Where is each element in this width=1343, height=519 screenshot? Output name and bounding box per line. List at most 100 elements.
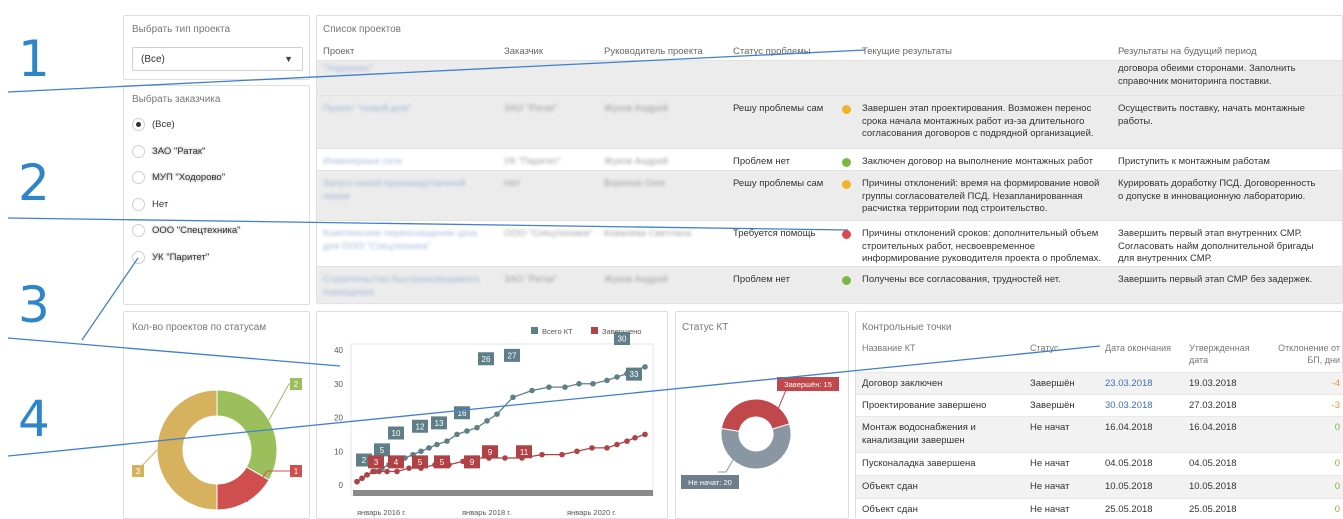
total-series-point[interactable] bbox=[474, 424, 480, 431]
checkpoints-column-header[interactable]: Дата окончания bbox=[1105, 342, 1200, 354]
customer-option[interactable]: ООО "Спецтехника" bbox=[132, 223, 302, 239]
project-name-link[interactable]: Инженерные сети bbox=[323, 156, 493, 169]
project-row[interactable]: Проект "новый дом" ЗАО "Ратак" Жуков Андре… bbox=[317, 96, 1342, 149]
chart-range-scrollbar[interactable] bbox=[353, 490, 653, 496]
checkpoint-row[interactable]: Объект сдан Не начат 10.05.2018 10.05.2018 0 bbox=[856, 475, 1343, 498]
project-row[interactable]: Инженерные сети УК "Паритет" Жуков Андрей П… bbox=[317, 149, 1342, 171]
project-manager: Ковалева Светлана bbox=[604, 228, 691, 239]
checkpoint-name: Пусконаладка завершена bbox=[862, 458, 976, 469]
done-series-point[interactable] bbox=[642, 431, 648, 438]
donut-leader-line bbox=[268, 383, 290, 421]
legend-label-total: Всего КТ bbox=[542, 327, 573, 336]
done-series-point[interactable] bbox=[614, 441, 620, 448]
total-series-point[interactable] bbox=[576, 380, 582, 387]
customer-option[interactable]: Нет bbox=[132, 197, 302, 213]
checkpoints-column-header[interactable]: Название КТ bbox=[862, 342, 957, 354]
checkpoints-column-header[interactable]: Отклонение от БП, дни bbox=[1264, 342, 1340, 366]
customer-option[interactable]: (Все) bbox=[132, 117, 302, 133]
project-list-column-header[interactable]: Статус проблемы bbox=[733, 46, 811, 57]
done-series-point[interactable] bbox=[384, 468, 390, 475]
done-series-point[interactable] bbox=[502, 455, 508, 461]
done-series-point[interactable] bbox=[376, 468, 382, 475]
checkpoint-end-date-link[interactable]: 23.03.2018 bbox=[1105, 378, 1153, 391]
done-series-point[interactable] bbox=[624, 438, 630, 444]
y-tick-label: 30 bbox=[334, 380, 343, 389]
annotation-number-2: 2 bbox=[18, 154, 50, 212]
total-series-point[interactable] bbox=[434, 441, 440, 448]
checkpoints-column-header[interactable]: Утвержденная дата bbox=[1189, 342, 1261, 366]
total-series-point[interactable] bbox=[614, 374, 620, 380]
project-name-link[interactable]: Строительство быстровозводимого помещени… bbox=[323, 274, 493, 299]
done-series-point[interactable] bbox=[359, 475, 365, 482]
total-series-point[interactable] bbox=[464, 428, 470, 434]
total-series-point[interactable] bbox=[604, 377, 610, 384]
done-series-point[interactable] bbox=[559, 451, 565, 458]
project-name-link[interactable]: Запуск новой производственной линии bbox=[323, 178, 493, 203]
project-list-column-header[interactable]: Руководитель проекта bbox=[604, 46, 703, 57]
project-type-select[interactable]: (Все) ▼ bbox=[132, 47, 303, 71]
legend-swatch-done bbox=[591, 327, 598, 334]
project-list-column-header[interactable]: Заказчик bbox=[504, 46, 543, 57]
project-name-link[interactable]: Проект "новый дом" bbox=[323, 103, 493, 116]
done-series-point[interactable] bbox=[574, 448, 580, 455]
customer-option[interactable]: МУП "Ходорово" bbox=[132, 170, 302, 186]
done-series-point[interactable] bbox=[632, 434, 638, 441]
checkpoint-end-date-link[interactable]: 30.03.2018 bbox=[1105, 400, 1153, 413]
radio-selected-icon[interactable] bbox=[132, 118, 145, 131]
done-series-point[interactable] bbox=[589, 445, 595, 451]
project-list-column-header[interactable]: Проект bbox=[323, 46, 354, 57]
done-series-point[interactable] bbox=[364, 472, 370, 478]
customer-option-label: МУП "Ходорово" bbox=[152, 172, 226, 183]
radio-icon[interactable] bbox=[132, 197, 145, 211]
total-series-point[interactable] bbox=[454, 431, 460, 438]
total-series-point[interactable] bbox=[562, 384, 568, 390]
total-series-point[interactable] bbox=[426, 445, 432, 451]
radio-icon[interactable] bbox=[132, 171, 145, 184]
total-series-point[interactable] bbox=[546, 384, 552, 390]
project-name-link[interactable]: Комплексное переоснащение цеха для ООО "… bbox=[323, 228, 493, 253]
total-series-point[interactable] bbox=[642, 364, 648, 370]
checkpoint-row[interactable]: Договор заключен Завершён 23.03.2018 19.03.… bbox=[856, 372, 1343, 394]
x-tick-label: январь 2018 г. bbox=[462, 508, 511, 517]
project-manager: Воронов Олег bbox=[604, 178, 666, 189]
customer-option[interactable]: ЗАО "Ратак" bbox=[132, 144, 302, 160]
radio-icon[interactable] bbox=[132, 144, 145, 158]
done-series-point[interactable] bbox=[394, 468, 400, 475]
done-series-point[interactable] bbox=[539, 451, 545, 458]
project-row[interactable]: Запуск новой производственной линии Нет Во… bbox=[317, 171, 1342, 221]
total-series-point[interactable] bbox=[418, 448, 424, 455]
total-series-point[interactable] bbox=[484, 418, 490, 424]
total-series-point[interactable] bbox=[444, 438, 450, 444]
checkpoint-row[interactable]: Пусконаладка завершена Не начат 04.05.2018… bbox=[856, 452, 1343, 475]
project-name-link[interactable]: "Ходорово" bbox=[323, 63, 493, 76]
donut-slice[interactable] bbox=[216, 389, 278, 481]
checkpoint-deviation: -3 bbox=[1331, 400, 1340, 411]
total-series-point[interactable] bbox=[494, 411, 500, 417]
y-tick-label: 40 bbox=[334, 346, 343, 355]
checkpoint-row[interactable]: Объект сдан Не начат 25.05.2018 25.05.2018 0 bbox=[856, 498, 1343, 519]
kt-status-panel: Статус КТ Завершён: 15 Не начат: 20 bbox=[675, 311, 849, 519]
project-manager: Жуков Андрей bbox=[604, 156, 668, 167]
done-series-point[interactable] bbox=[604, 445, 610, 451]
radio-icon[interactable] bbox=[132, 224, 145, 237]
checkpoint-status: Не начат bbox=[1030, 481, 1070, 492]
project-row[interactable]: Строительство быстровозводимого помещени… bbox=[317, 267, 1342, 304]
checkpoint-row[interactable]: Проектирование завершено Завершён 30.03.20… bbox=[856, 394, 1343, 416]
done-series-point[interactable] bbox=[406, 465, 412, 471]
project-list-column-header[interactable]: Текущие результаты bbox=[862, 46, 952, 57]
checkpoint-row[interactable]: Монтаж водоснабжения и канализации завер… bbox=[856, 416, 1343, 452]
total-series-point[interactable] bbox=[529, 387, 535, 394]
done-series-point[interactable] bbox=[354, 478, 360, 485]
project-list-column-header[interactable]: Результаты на будущий период bbox=[1118, 46, 1257, 57]
y-tick-label: 10 bbox=[334, 447, 343, 456]
donut-slice[interactable] bbox=[156, 389, 218, 511]
customer-option[interactable]: УК "Паритет" bbox=[132, 250, 302, 266]
project-row[interactable]: "Ходорово" договора обеими сторонами. Зап… bbox=[317, 61, 1342, 96]
total-series-point[interactable] bbox=[510, 394, 516, 401]
total-series-point[interactable] bbox=[590, 380, 596, 387]
checkpoints-body: Договор заключен Завершён 23.03.2018 19.03.… bbox=[856, 372, 1343, 519]
project-row[interactable]: Комплексное переоснащение цеха для ООО "… bbox=[317, 221, 1342, 267]
radio-icon[interactable] bbox=[132, 250, 145, 264]
done-series-point[interactable] bbox=[370, 468, 376, 475]
kt-not-started-leader bbox=[718, 457, 735, 473]
